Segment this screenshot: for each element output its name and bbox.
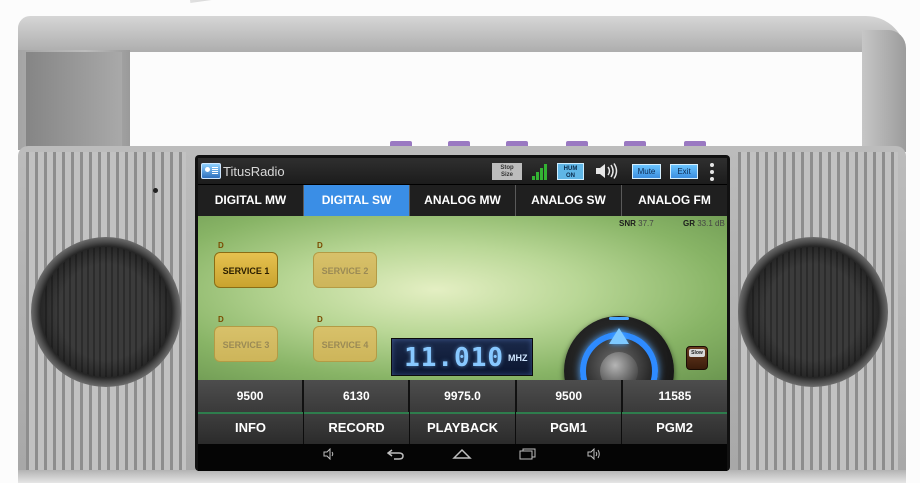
service-4-button[interactable]: D SERVICE 4: [313, 315, 377, 362]
preset-button-2[interactable]: 6130: [304, 380, 409, 412]
action-bar: TitusRadio Stop Size HUM ON Mute Exit: [198, 158, 727, 184]
snr-label: SNR: [619, 219, 636, 228]
antenna: [190, 0, 429, 3]
digital-tag: D: [218, 241, 224, 250]
signal-icon: [532, 164, 548, 180]
function-row: INFO RECORD PLAYBACK PGM1 PGM2: [198, 412, 727, 444]
overflow-menu-icon[interactable]: [708, 163, 716, 181]
preset-button-5[interactable]: 11585: [622, 380, 727, 412]
back-icon[interactable]: [384, 448, 408, 460]
pgm1-button[interactable]: PGM1: [516, 412, 621, 444]
home-icon[interactable]: [450, 448, 474, 460]
frequency-unit: MHZ: [508, 353, 528, 363]
stop-size-button[interactable]: Stop Size: [492, 163, 522, 180]
tab-digital-mw[interactable]: DIGITAL MW: [198, 185, 304, 216]
radio-handle-left-inner: [26, 52, 122, 150]
tab-digital-sw[interactable]: DIGITAL SW: [304, 185, 410, 216]
radio-handle-right: [862, 30, 906, 152]
tab-analog-sw[interactable]: ANALOG SW: [516, 185, 622, 216]
preset-row: 9500 6130 9975.0 9500 11585: [198, 380, 727, 412]
digital-tag: D: [317, 241, 323, 250]
snr-value: 37.7: [638, 219, 654, 228]
service-label: SERVICE 1: [222, 266, 270, 276]
preset-button-4[interactable]: 9500: [516, 380, 621, 412]
pgm2-button[interactable]: PGM2: [622, 412, 727, 444]
tab-analog-fm[interactable]: ANALOG FM: [622, 185, 727, 216]
stop-size-label: Stop Size: [500, 165, 514, 178]
handle-gap: [130, 52, 862, 148]
gr-value: 33.1 dB: [697, 219, 725, 228]
knob-indicator: [609, 317, 629, 320]
system-nav-bar: [198, 444, 727, 471]
knob-pointer-icon: [609, 328, 629, 344]
service-1-button[interactable]: D SERVICE 1: [214, 241, 278, 288]
frequency-value: 11.010: [404, 343, 504, 373]
slow-tuning-button[interactable]: Slow: [686, 346, 708, 370]
volume-down-icon[interactable]: [317, 448, 341, 460]
playback-button[interactable]: PLAYBACK: [410, 412, 515, 444]
record-button[interactable]: RECORD: [304, 412, 409, 444]
slow-label: Slow: [689, 349, 705, 357]
app-screen: TitusRadio Stop Size HUM ON Mute Exit DI…: [198, 158, 727, 471]
service-label: SERVICE 2: [321, 266, 369, 276]
radio-base: [18, 470, 906, 483]
recent-apps-icon[interactable]: [516, 448, 540, 460]
gr-label: GR: [683, 219, 695, 228]
band-tabs: DIGITAL MW DIGITAL SW ANALOG MW ANALOG S…: [198, 185, 727, 216]
speaker-left: [31, 237, 181, 387]
service-label: SERVICE 4: [321, 340, 369, 350]
mute-button[interactable]: Mute: [632, 164, 661, 179]
volume-up-icon[interactable]: [582, 448, 606, 460]
radio-handle: [18, 16, 906, 56]
hum-toggle-button[interactable]: HUM ON: [557, 163, 584, 180]
gr-readout: GR 33.1 dB: [683, 219, 725, 228]
digital-tag: D: [317, 315, 323, 324]
tab-analog-mw[interactable]: ANALOG MW: [410, 185, 516, 216]
preset-button-3[interactable]: 9975.0: [410, 380, 515, 412]
preset-button-1[interactable]: 9500: [198, 380, 303, 412]
frequency-display: 11.010 MHZ: [391, 338, 533, 376]
speaker-right: [738, 237, 888, 387]
service-2-button[interactable]: D SERVICE 2: [313, 241, 377, 288]
hum-label: HUM ON: [563, 166, 578, 179]
app-icon: [201, 163, 221, 179]
app-title: TitusRadio: [223, 164, 285, 179]
info-button[interactable]: INFO: [198, 412, 303, 444]
volume-icon[interactable]: [594, 163, 620, 179]
radio-app-window: TitusRadio Stop Size HUM ON Mute Exit DI…: [0, 0, 920, 483]
service-label: SERVICE 3: [222, 340, 270, 350]
snr-readout: SNR 37.7: [619, 219, 654, 228]
exit-button[interactable]: Exit: [670, 164, 698, 179]
digital-tag: D: [218, 315, 224, 324]
camera-dot: [153, 188, 158, 193]
service-3-button[interactable]: D SERVICE 3: [214, 315, 278, 362]
